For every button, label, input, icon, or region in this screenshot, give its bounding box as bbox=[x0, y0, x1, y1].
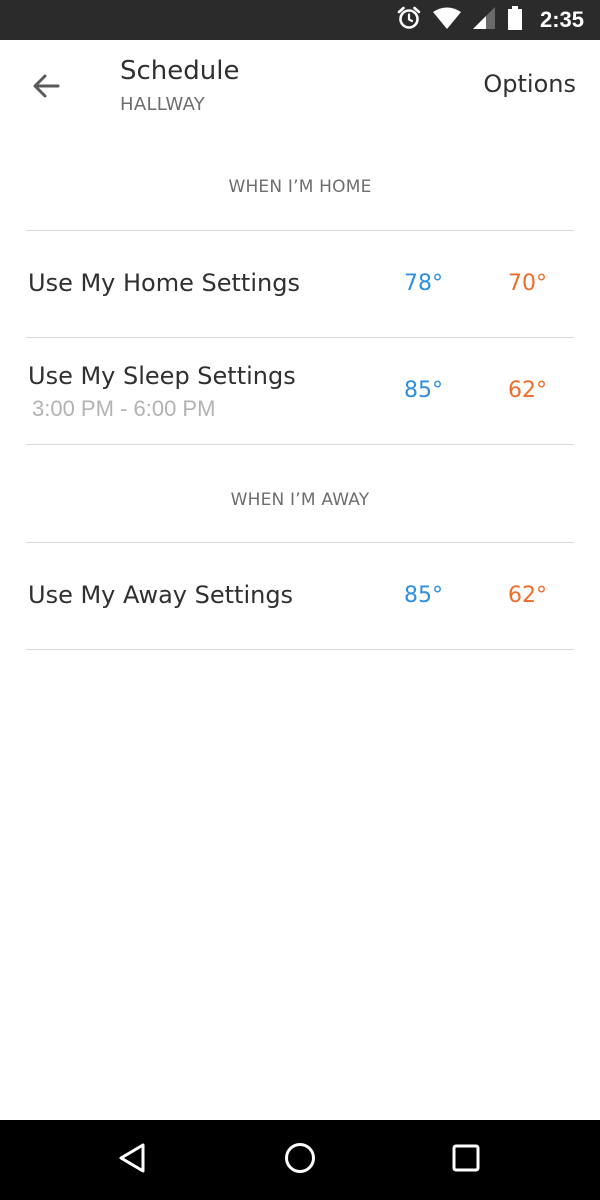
page-subtitle: HALLWAY bbox=[120, 94, 206, 115]
divider bbox=[26, 649, 574, 650]
nav-recents-button[interactable] bbox=[444, 1138, 488, 1182]
cool-setpoint: 78° bbox=[404, 271, 443, 296]
divider bbox=[26, 444, 574, 445]
section-header-away: WHEN I’M AWAY bbox=[230, 490, 370, 510]
row-label: Use My Sleep Settings bbox=[28, 362, 296, 390]
back-button[interactable] bbox=[22, 64, 70, 112]
alarm-icon bbox=[396, 5, 422, 35]
arrow-left-icon bbox=[31, 71, 61, 105]
cool-setpoint: 85° bbox=[404, 583, 443, 608]
status-time: 2:35 bbox=[539, 7, 584, 32]
page-title: Schedule bbox=[120, 56, 240, 86]
row-label: Use My Home Settings bbox=[28, 269, 300, 297]
back-triangle-icon bbox=[116, 1141, 150, 1179]
home-circle-icon bbox=[283, 1141, 317, 1179]
list-item-away-settings[interactable]: Use My Away Settings 85° 62° bbox=[0, 543, 600, 649]
heat-setpoint: 62° bbox=[508, 378, 547, 403]
list-item-home-settings[interactable]: Use My Home Settings 78° 70° bbox=[0, 231, 600, 337]
recents-square-icon bbox=[449, 1141, 483, 1179]
battery-icon bbox=[506, 5, 524, 35]
status-icons: 2:35 bbox=[396, 0, 584, 40]
section-header-home: WHEN I’M HOME bbox=[228, 177, 372, 197]
row-time-range: 3:00 PM - 6:00 PM bbox=[32, 396, 216, 421]
heat-setpoint: 70° bbox=[508, 271, 547, 296]
nav-back-button[interactable] bbox=[111, 1138, 155, 1182]
app-bar: Schedule HALLWAY Options bbox=[0, 40, 600, 140]
system-nav-bar bbox=[0, 1120, 600, 1200]
heat-setpoint: 62° bbox=[508, 583, 547, 608]
row-label: Use My Away Settings bbox=[28, 581, 294, 609]
status-bar: 2:35 bbox=[0, 0, 600, 40]
cool-setpoint: 85° bbox=[404, 378, 443, 403]
signal-icon bbox=[472, 6, 496, 34]
nav-home-button[interactable] bbox=[278, 1138, 322, 1182]
options-button[interactable]: Options bbox=[483, 70, 576, 98]
wifi-icon bbox=[432, 6, 462, 34]
list-item-sleep-settings[interactable]: Use My Sleep Settings 3:00 PM - 6:00 PM … bbox=[0, 338, 600, 444]
